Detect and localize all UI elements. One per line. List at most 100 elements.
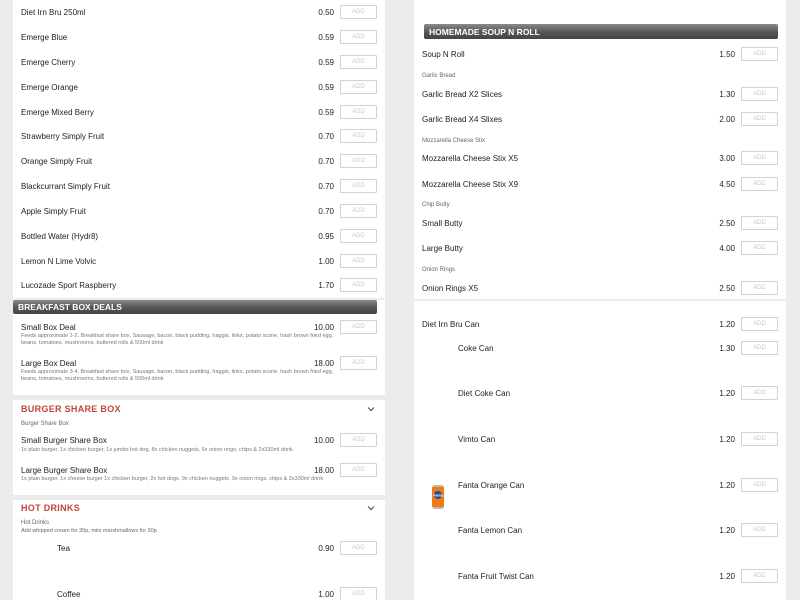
add-button[interactable]: ADD <box>340 229 377 243</box>
menu-item: Emerge Orange 0.59 ADD <box>21 78 377 96</box>
chevron-down-icon[interactable] <box>365 403 377 415</box>
add-button[interactable]: ADD <box>741 47 778 61</box>
menu-item: Apple Simply Fruit 0.70 ADD <box>21 202 377 220</box>
menu-item: Fanta Orange Can 1.20 ADD <box>458 476 778 494</box>
add-button[interactable]: ADD <box>340 587 377 600</box>
item-price: 0.95 <box>318 231 334 241</box>
add-button[interactable]: ADD <box>741 341 778 355</box>
menu-item: Lemon N Lime Volvic 1.00 ADD <box>21 252 377 270</box>
menu-item: Large Butty 4.00 ADD <box>422 239 778 257</box>
add-button[interactable]: ADD <box>340 30 377 44</box>
add-button[interactable]: ADD <box>340 80 377 94</box>
item-name: Coffee <box>57 589 81 599</box>
item-price: 0.59 <box>318 82 334 92</box>
item-name: Garlic Bread X2 Slices <box>422 89 503 99</box>
category-label: Hot Drinks <box>21 520 50 526</box>
item-name: Garlic Bread X4 Slixes <box>422 114 503 124</box>
fanta-can-icon: Fanta <box>432 485 444 509</box>
item-price: 1.50 <box>719 49 735 59</box>
item-description: Feeds approximate 3-4. Breakfast share b… <box>21 369 334 382</box>
add-button[interactable]: ADD <box>741 386 778 400</box>
add-button[interactable]: ADD <box>741 569 778 583</box>
add-button[interactable]: ADD <box>340 129 377 143</box>
add-button[interactable]: ADD <box>340 320 377 334</box>
add-button[interactable]: ADD <box>741 216 778 230</box>
item-price: 1.20 <box>719 480 735 490</box>
add-button[interactable]: ADD <box>340 105 377 119</box>
menu-column-left: Diet Irn Bru 250ml 0.50 ADD Emerge Blue 0.5… <box>13 0 385 600</box>
add-button[interactable]: ADD <box>340 204 377 218</box>
menu-item: Mozzarella Cheese Stix X5 3.00 ADD <box>422 149 778 167</box>
soup-section: HOMEMADE SOUP N ROLL Soup N Roll 1.50 ADD … <box>414 0 786 298</box>
add-button[interactable]: ADD <box>741 151 778 165</box>
item-name: Mozzarella Cheese Stix X9 <box>422 179 519 189</box>
menu-item: Orange Simply Fruit 0.70 ADD <box>21 152 377 170</box>
item-description: 1x plain burger, 1x cheese burger 1x chi… <box>21 476 324 482</box>
add-button[interactable]: ADD <box>340 5 377 19</box>
category-label: Garlic Bread <box>422 73 456 79</box>
item-name: Bottled Water (Hydr8) <box>21 231 99 241</box>
item-price: 0.70 <box>318 156 334 166</box>
item-price: 1.20 <box>719 319 735 329</box>
item-name: Mozzarella Cheese Stix X5 <box>422 153 519 163</box>
add-button[interactable]: ADD <box>741 177 778 191</box>
add-button[interactable]: ADD <box>340 179 377 193</box>
item-price: 2.50 <box>719 283 735 293</box>
add-button[interactable]: ADD <box>340 154 377 168</box>
add-button[interactable]: ADD <box>741 478 778 492</box>
menu-item: Lucozade Sport Raspberry 1.70 ADD <box>21 276 377 294</box>
item-price: 3.00 <box>719 153 735 163</box>
item-name: Coke Can <box>458 343 494 353</box>
item-price: 10.00 <box>313 435 334 445</box>
section-header: BREAKFAST BOX DEALS <box>13 300 377 314</box>
add-button[interactable]: ADD <box>340 278 377 292</box>
add-button[interactable]: ADD <box>741 432 778 446</box>
add-button[interactable]: ADD <box>741 241 778 255</box>
item-name: Emerge Blue <box>21 32 68 42</box>
add-button[interactable]: ADD <box>340 254 377 268</box>
category-label: Onion Rings <box>422 267 456 273</box>
section-header[interactable]: BURGER SHARE BOX <box>21 402 377 416</box>
item-name: Diet Irn Bru Can <box>422 319 480 329</box>
menu-item: Garlic Bread X4 Slixes 2.00 ADD <box>422 110 778 128</box>
item-price: 4.50 <box>719 179 735 189</box>
menu-item: Emerge Mixed Berry 0.59 ADD <box>21 103 377 121</box>
menu-item: Vimto Can 1.20 ADD <box>458 430 778 448</box>
add-button[interactable]: ADD <box>340 463 377 477</box>
menu-item: Garlic Bread X2 Slices 1.30 ADD <box>422 85 778 103</box>
item-name: Small Butty <box>422 218 463 228</box>
menu-item: Coke Can 1.30 ADD <box>458 339 778 357</box>
item-price: 0.50 <box>318 7 334 17</box>
add-button[interactable]: ADD <box>340 55 377 69</box>
item-name: Lucozade Sport Raspberry <box>21 280 117 290</box>
section-header: HOMEMADE SOUP N ROLL <box>424 24 778 39</box>
item-price: 1.20 <box>719 571 735 581</box>
item-name: Fanta Lemon Can <box>458 525 523 535</box>
chevron-down-icon[interactable] <box>365 502 377 514</box>
item-name: Diet Coke Can <box>458 388 511 398</box>
add-button[interactable]: ADD <box>741 317 778 331</box>
item-price: 0.59 <box>318 107 334 117</box>
item-price: 18.00 <box>313 358 334 368</box>
item-name: Large Box Deal <box>21 358 77 368</box>
item-price: 1.70 <box>318 280 334 290</box>
item-name: Small Box Deal <box>21 322 76 332</box>
cans-section: Diet Irn Bru Can 1.20 ADD Coke Can 1.30 ADD … <box>414 301 786 600</box>
item-name: Vimto Can <box>458 434 496 444</box>
add-button[interactable]: ADD <box>741 523 778 537</box>
add-button[interactable]: ADD <box>340 356 377 370</box>
add-button[interactable]: ADD <box>741 281 778 295</box>
category-label: Burger Share Box <box>21 421 69 427</box>
add-button[interactable]: ADD <box>340 433 377 447</box>
add-button[interactable]: ADD <box>340 541 377 555</box>
drinks-section: Diet Irn Bru 250ml 0.50 ADD Emerge Blue 0.5… <box>13 0 385 298</box>
item-price: 1.20 <box>719 388 735 398</box>
item-price: 1.20 <box>719 434 735 444</box>
item-name: Large Burger Share Box <box>21 465 108 475</box>
item-price: 1.00 <box>318 256 334 266</box>
item-name: Strawberry Simply Fruit <box>21 131 105 141</box>
section-header[interactable]: HOT DRINKS <box>21 501 377 515</box>
add-button[interactable]: ADD <box>741 112 778 126</box>
hot-drinks-section: HOT DRINKS Hot Drinks Add whipped cream … <box>13 500 385 600</box>
add-button[interactable]: ADD <box>741 87 778 101</box>
